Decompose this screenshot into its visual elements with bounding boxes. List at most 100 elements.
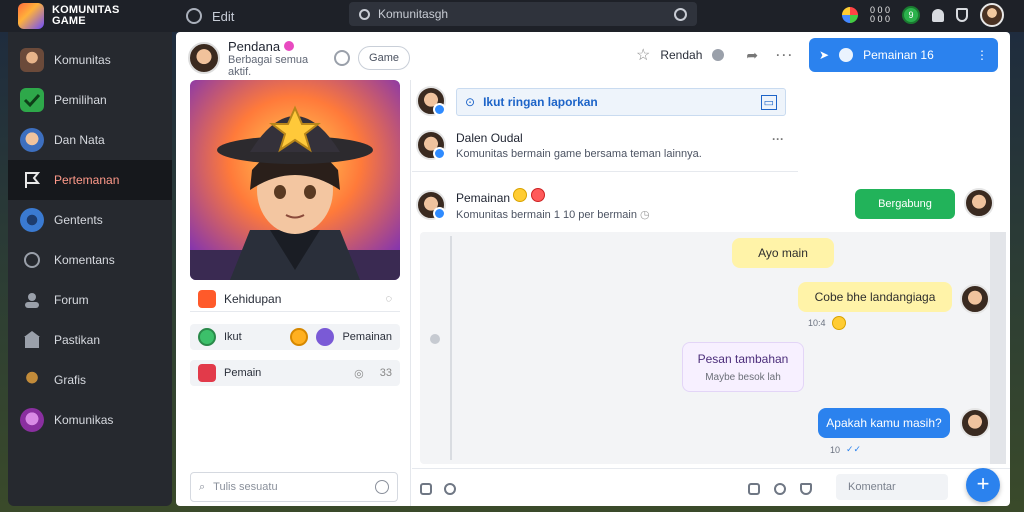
close-icon[interactable] [334, 50, 351, 66]
thread-avatar [416, 86, 446, 116]
sidebar-item-label: Pemilihan [54, 93, 107, 107]
thread-item-1[interactable] [416, 86, 446, 116]
sidebar-item-label: Grafis [54, 373, 87, 387]
profile-input[interactable]: ⌕ Tulis sesuatu [190, 472, 398, 502]
sidebar-item-pastikan[interactable]: Pastikan [8, 320, 172, 360]
sidebar-item-pertemanan[interactable]: Pertemanan [8, 160, 172, 200]
add-button[interactable]: + [966, 468, 1000, 502]
chip-more-icon[interactable]: ⋮ [976, 48, 988, 62]
player-row[interactable]: Pemain ◎ 33 [190, 360, 400, 386]
gallery-icon[interactable] [420, 483, 432, 495]
profile-header: Pendana Berbagai semua aktif. Game [188, 38, 410, 78]
profile-input-placeholder: Tulis sesuatu [213, 481, 278, 493]
search-submit-icon[interactable] [674, 7, 687, 21]
chat-area: Ayo main Cobe bhe landangiaga 10:4 Pesan… [420, 232, 1006, 464]
thread-header-label: Rendah [660, 48, 703, 62]
chat-bubble-2-time: 10:4 [808, 318, 826, 328]
image-icon[interactable] [748, 483, 760, 495]
game-badge-icon[interactable] [841, 7, 858, 23]
character-icon [20, 368, 44, 392]
comment-input[interactable]: Komentar [836, 474, 948, 500]
thread-3-title-text: Pemainan [456, 191, 511, 205]
thread-1-banner[interactable]: ⊙ Ikut ringan laporkan ▭ [456, 88, 786, 116]
bell-icon[interactable] [932, 8, 944, 22]
sidebar-item-grafis[interactable]: Grafis [8, 360, 172, 400]
chat-bubble-1: Ayo main [732, 238, 834, 268]
stats-row[interactable]: Kehidupan ◌ [190, 286, 400, 312]
user-avatar[interactable] [980, 3, 1004, 27]
camera-icon[interactable] [444, 483, 456, 495]
refresh-icon[interactable]: ◎ [354, 367, 364, 380]
chat-bubble-4-time: 10 [830, 444, 841, 455]
chat-icon[interactable] [774, 483, 786, 495]
thread-header: ☆ Rendah ➦ ··· [636, 42, 794, 68]
composer-bar: Komentar [412, 468, 1010, 506]
smile-emoji-icon [513, 188, 528, 202]
chat-timeline [450, 236, 452, 460]
sidebar-item-forum[interactable]: Forum [8, 280, 172, 320]
chat-bubble-3-title: Pesan tambahan [697, 351, 789, 366]
panel-divider [410, 80, 411, 506]
thread-2-more-icon[interactable]: ··· [772, 132, 784, 146]
sidebar-item-komunitas[interactable]: Komunitas [8, 40, 172, 80]
sidebar-item-komunikas[interactable]: Komunikas [8, 400, 172, 440]
game-icon [316, 328, 335, 346]
chat-bubble-4: Apakah kamu masih? [818, 408, 950, 438]
send-icon: ➤ [819, 48, 830, 62]
chat-bubble-4-meta: 10 ✓✓ [830, 444, 861, 455]
comment-input-placeholder: Komentar [848, 481, 896, 493]
timeline-dot [430, 334, 440, 344]
members-chip[interactable]: ➤ Pemainan 16 ⋮ [809, 38, 998, 72]
edit-link[interactable]: Edit [212, 9, 234, 24]
settings-icon[interactable]: ◌ [385, 293, 392, 305]
heart-emoji-icon [530, 188, 545, 202]
more-icon[interactable]: ··· [776, 48, 794, 62]
chat-bubble-3: Pesan tambahan Maybe besok lah [682, 342, 804, 392]
level-badge[interactable]: 9 [902, 6, 920, 24]
flag-icon [20, 168, 44, 192]
sidebar-item-pemilihan[interactable]: Pemilihan [8, 80, 172, 120]
top-counts: 0 0 0 0 0 0 [869, 5, 890, 24]
game-button[interactable]: Game [358, 46, 410, 70]
info-icon[interactable] [375, 480, 389, 494]
sidebar-item-gentents[interactable]: Gentents [8, 200, 172, 240]
app-logo[interactable]: KOMUNITAS GAME [0, 3, 176, 29]
thread-3-sub-text: Komunitas bermain 1 10 per bermain [456, 209, 637, 221]
check-double-icon: ✓✓ [846, 444, 862, 454]
shield-icon[interactable] [956, 8, 968, 22]
members-chip-label: Pemainan 16 [863, 48, 934, 62]
hero-icon [20, 128, 44, 152]
top-search-bar[interactable]: Komunitasgh [349, 2, 697, 26]
sidebar-item-komentans[interactable]: Komentans [8, 240, 172, 280]
thread-2-row[interactable]: Dalen Oudal Komunitas bermain game bersa… [416, 130, 702, 160]
join-button[interactable]: Bergabung [855, 189, 955, 219]
logo-icon [18, 3, 44, 29]
mage-icon [20, 408, 44, 432]
image-icon[interactable]: ▭ [760, 94, 777, 110]
share-icon[interactable]: ➦ [746, 47, 758, 64]
hero-image [190, 80, 400, 280]
globe-icon [198, 328, 216, 346]
profile-name: Pendana [228, 39, 326, 54]
sidebar-item-label: Komentans [54, 253, 115, 267]
profile-avatar[interactable] [188, 42, 220, 74]
top-bar: KOMUNITAS GAME Edit Komunitasgh 0 0 0 0 … [0, 0, 1024, 32]
profile-name-text: Pendana [228, 38, 281, 54]
compass-icon[interactable] [186, 8, 202, 24]
chat-scrollbar[interactable] [990, 232, 1006, 464]
sidebar-item-label: Forum [54, 293, 89, 307]
thread-2-title: Dalen Oudal [456, 130, 523, 145]
star-icon[interactable]: ☆ [636, 45, 650, 65]
shield-icon[interactable] [800, 483, 812, 495]
follow-row[interactable]: Ikut Pemainan [190, 324, 400, 350]
chat-icon [20, 248, 44, 272]
thread-item-3[interactable]: Pemainan Komunitas bermain 1 10 per berm… [416, 188, 650, 221]
player-count: 33 [379, 367, 392, 379]
group-icon [839, 48, 854, 62]
warrior-icon [20, 48, 44, 72]
sidebar-item-dan-nata[interactable]: Dan Nata [8, 120, 172, 160]
thread-1-text: Ikut ringan laporkan [483, 95, 598, 109]
search-icon: ⌕ [199, 480, 206, 493]
thread-3-content: Pemainan Komunitas bermain 1 10 per berm… [456, 188, 650, 221]
status-icon [712, 49, 725, 61]
